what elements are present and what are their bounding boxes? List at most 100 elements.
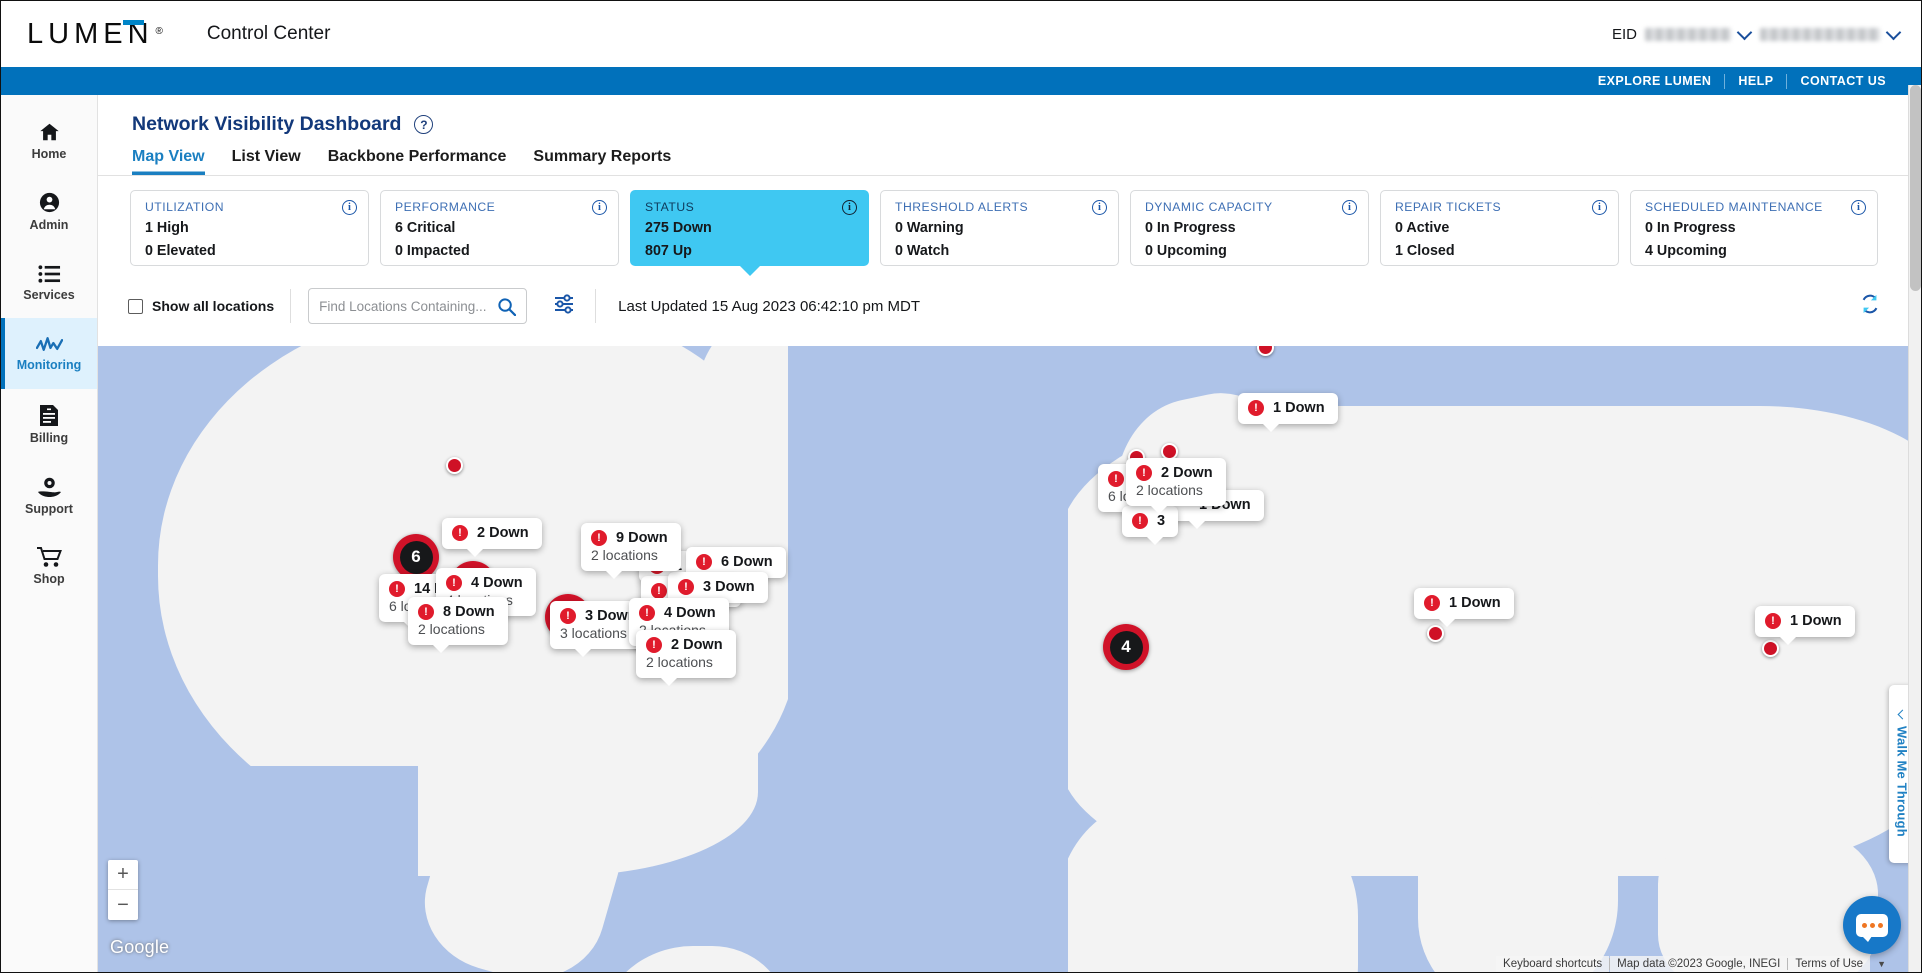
- alert-icon: !: [389, 581, 405, 597]
- alert-icon: !: [446, 575, 462, 591]
- info-icon[interactable]: i: [592, 200, 607, 215]
- kpi-card-line2: 1 Closed: [1395, 243, 1455, 260]
- map-landmass-seasia: [1658, 826, 1878, 972]
- sidebar-item-home[interactable]: Home: [1, 105, 97, 176]
- question-mark-icon[interactable]: ?: [414, 115, 434, 134]
- tab-summary-reports[interactable]: Summary Reports: [533, 148, 671, 175]
- activity-icon: [35, 336, 63, 351]
- eid-selector[interactable]: EID: [1611, 24, 1753, 43]
- info-icon[interactable]: i: [342, 200, 357, 215]
- kpi-card-utilization[interactable]: UTILIZATION 1 High 0 Elevated i: [130, 190, 369, 266]
- search-input[interactable]: [319, 298, 498, 314]
- world-map[interactable]: 6 2 8 2 4: [98, 346, 1921, 972]
- map-cluster-marker[interactable]: 4: [1103, 624, 1149, 670]
- left-sidebar-nav: Home Admin Services Monitoring Billing S…: [1, 95, 98, 972]
- map-cluster-count: 6: [399, 540, 433, 574]
- map-pin-marker[interactable]: [1427, 625, 1444, 642]
- sidebar-item-monitoring[interactable]: Monitoring: [1, 318, 97, 389]
- lumen-logo[interactable]: LUMEN ®: [27, 18, 163, 51]
- map-bubble-count: 9 Down: [616, 530, 668, 546]
- alert-icon: !: [1424, 595, 1440, 611]
- map-landmass-africa: [1058, 796, 1358, 972]
- minus-icon[interactable]: −: [108, 890, 138, 920]
- map-bubble-count: 3: [1157, 513, 1166, 529]
- show-all-locations-toggle[interactable]: Show all locations: [128, 298, 290, 314]
- map-bubble-count: 3 Down: [703, 579, 755, 595]
- map-bubble-count: 2 Down: [477, 525, 529, 541]
- explore-lumen-link[interactable]: EXPLORE LUMEN: [1585, 74, 1725, 88]
- info-icon[interactable]: i: [1092, 200, 1107, 215]
- map-pin-marker[interactable]: [446, 457, 463, 474]
- map-pin-marker[interactable]: [1762, 640, 1779, 657]
- help-link[interactable]: HELP: [1725, 74, 1786, 88]
- eid-label: EID: [1611, 25, 1637, 43]
- map-bubble-count: 1 Down: [1790, 613, 1842, 629]
- chevron-down-icon[interactable]: [1736, 24, 1753, 40]
- map-bubble[interactable]: ! 2 Down 2 locations: [636, 630, 736, 686]
- map-bubble-locations: 3 locations: [560, 625, 627, 641]
- map-toolbar: Show all locations Find Locations Contai…: [98, 280, 1921, 332]
- chevron-down-icon[interactable]: ▼: [1870, 957, 1893, 971]
- checkbox-icon[interactable]: [128, 298, 143, 314]
- chat-bubble-icon[interactable]: [1843, 896, 1901, 954]
- support-hand-icon: [37, 477, 61, 497]
- alert-icon: !: [646, 637, 662, 653]
- map-bubble[interactable]: ! 1 Down: [1414, 588, 1514, 627]
- info-icon[interactable]: i: [1342, 200, 1357, 215]
- sidebar-item-label: Shop: [33, 572, 65, 586]
- map-attribution: Keyboard shortcuts Map data ©2023 Google…: [1496, 956, 1893, 972]
- map-bubble[interactable]: ! 2 Down 2 locations: [1126, 458, 1226, 514]
- alert-icon: !: [560, 608, 576, 624]
- chevron-down-icon[interactable]: [1885, 24, 1902, 40]
- sidebar-item-billing[interactable]: Billing: [1, 389, 97, 460]
- last-updated-label: Last Updated 15 Aug 2023 06:42:10 pm MDT: [618, 297, 921, 315]
- kpi-card-repair-tickets[interactable]: REPAIR TICKETS 0 Active 1 Closed i: [1380, 190, 1619, 266]
- info-icon[interactable]: i: [842, 200, 857, 215]
- tab-list-view[interactable]: List View: [232, 148, 301, 175]
- map-pin-marker[interactable]: [1257, 346, 1274, 356]
- info-icon[interactable]: i: [1592, 200, 1607, 215]
- alert-icon: !: [678, 579, 694, 595]
- scrollbar-thumb[interactable]: [1910, 85, 1921, 291]
- plus-icon[interactable]: +: [108, 860, 138, 890]
- map-landmass-india: [1418, 786, 1618, 972]
- kpi-card-threshold-alerts[interactable]: THRESHOLD ALERTS 0 Warning 0 Watch i: [880, 190, 1119, 266]
- keyboard-shortcuts-link[interactable]: Keyboard shortcuts: [1496, 956, 1610, 972]
- refresh-icon[interactable]: [1859, 293, 1881, 320]
- filter-sliders-icon[interactable]: [553, 293, 575, 319]
- contact-us-link[interactable]: CONTACT US: [1787, 74, 1899, 88]
- sidebar-item-label: Admin: [29, 218, 69, 232]
- page-scrollbar[interactable]: [1908, 85, 1921, 972]
- map-bubble[interactable]: ! 1 Down: [1238, 393, 1338, 432]
- map-bubble[interactable]: ! 8 Down 2 locations: [408, 597, 508, 653]
- terms-of-use-link[interactable]: Terms of Use: [1788, 956, 1871, 972]
- eid-value-redacted: [1645, 27, 1731, 41]
- kpi-card-dynamic-capacity[interactable]: DYNAMIC CAPACITY 0 In Progress 0 Upcomin…: [1130, 190, 1369, 266]
- kpi-card-status[interactable]: STATUS 275 Down 807 Up i: [630, 190, 869, 266]
- sidebar-item-shop[interactable]: Shop: [1, 531, 97, 602]
- alert-icon: !: [639, 605, 655, 621]
- chevron-left-icon[interactable]: [1897, 709, 1907, 720]
- kpi-card-performance[interactable]: PERFORMANCE 6 Critical 0 Impacted i: [380, 190, 619, 266]
- find-locations-search[interactable]: [308, 288, 528, 324]
- toolbar-divider: [290, 289, 292, 323]
- page-header: Network Visibility Dashboard ?: [98, 95, 1921, 136]
- kpi-card-scheduled-maintenance[interactable]: SCHEDULED MAINTENANCE 0 In Progress 4 Up…: [1630, 190, 1878, 266]
- tab-backbone-performance[interactable]: Backbone Performance: [328, 148, 507, 175]
- map-bubble[interactable]: ! 9 Down 2 locations: [581, 523, 681, 579]
- map-bubble-locations: 2 locations: [646, 654, 713, 670]
- kpi-card-line2: 0 Elevated: [145, 243, 216, 260]
- kpi-card-title: SCHEDULED MAINTENANCE: [1645, 200, 1823, 214]
- info-icon[interactable]: i: [1851, 200, 1866, 215]
- alert-icon: !: [1248, 400, 1264, 416]
- account-selector[interactable]: [1760, 24, 1902, 42]
- map-bubble[interactable]: ! 1 Down: [1755, 606, 1855, 645]
- sidebar-item-services[interactable]: Services: [1, 247, 97, 318]
- tab-map-view[interactable]: Map View: [132, 148, 205, 175]
- map-bubble[interactable]: ! 2 Down: [442, 518, 542, 557]
- sidebar-item-support[interactable]: Support: [1, 460, 97, 531]
- view-tabs: Map View List View Backbone Performance …: [98, 148, 1921, 176]
- search-icon[interactable]: [497, 297, 517, 316]
- map-bubble-count: 1 Down: [1273, 400, 1325, 416]
- sidebar-item-admin[interactable]: Admin: [1, 176, 97, 247]
